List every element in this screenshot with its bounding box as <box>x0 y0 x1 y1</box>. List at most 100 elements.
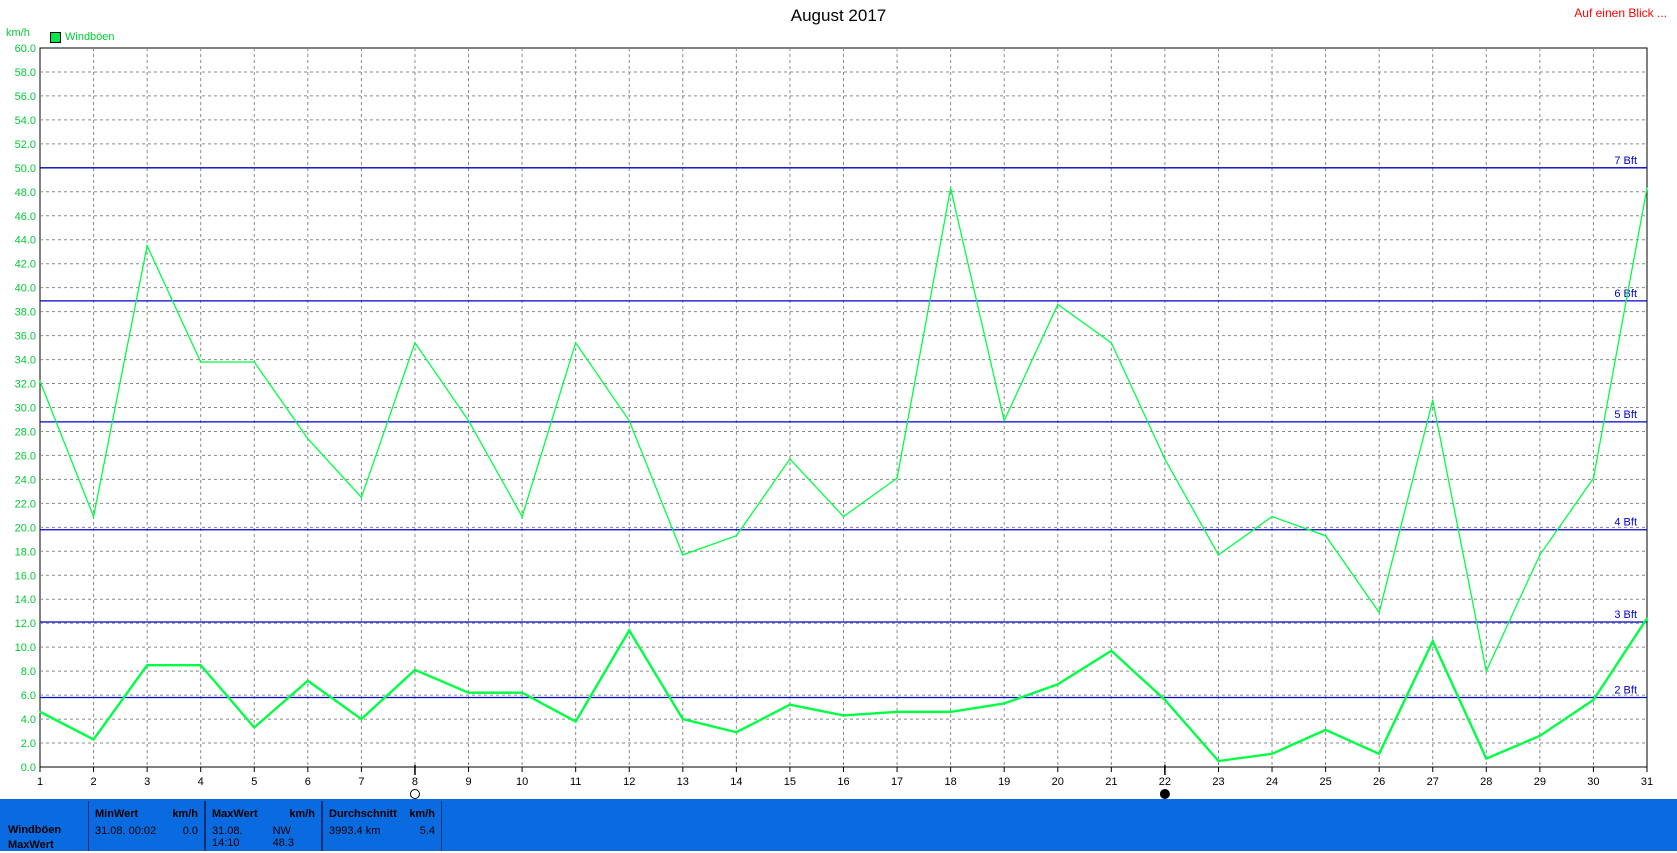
data-point-mean <box>1324 729 1327 731</box>
data-point-mean <box>949 711 952 713</box>
y-tick-label: 56.0 <box>15 91 36 103</box>
overview-link[interactable]: Auf einen Blick ... <box>1574 6 1667 20</box>
data-point-max <box>896 477 898 480</box>
y-tick-label: 12.0 <box>15 618 36 630</box>
data-point-max <box>146 244 148 247</box>
data-point-max <box>574 341 577 344</box>
x-tick-label: 2 <box>91 776 97 788</box>
data-point-mean <box>1164 699 1166 701</box>
legend-swatch-icon <box>50 31 61 43</box>
y-tick-label: 44.0 <box>15 235 36 247</box>
x-tick-label: 4 <box>198 776 204 788</box>
beaufort-label: 6 Bft <box>1614 288 1637 300</box>
y-tick-label: 24.0 <box>15 474 36 486</box>
data-point-max <box>1056 303 1059 306</box>
stats-avg-box: Durchschnitt km/h 3993.4 km 5.4 <box>322 801 442 851</box>
x-tick-label: 7 <box>358 776 364 788</box>
data-point-mean <box>521 691 523 694</box>
beaufort-label: 3 Bft <box>1614 609 1637 621</box>
x-tick-label: 6 <box>305 776 311 788</box>
y-tick-label: 34.0 <box>15 355 36 367</box>
data-point-mean <box>896 711 898 713</box>
max-header: MaxWert <box>212 808 258 820</box>
y-tick-label: 42.0 <box>15 259 36 271</box>
y-tick-label: 20.0 <box>15 522 36 534</box>
data-point-mean <box>360 718 363 720</box>
y-axis-unit: km/h <box>6 27 30 39</box>
data-point-max <box>307 437 309 440</box>
data-point-mean <box>307 679 309 682</box>
y-tick-label: 26.0 <box>15 450 36 462</box>
y-tick-label: 4.0 <box>21 714 36 726</box>
x-tick-label: 25 <box>1319 776 1331 788</box>
avg-header: Durchschnitt <box>329 808 397 820</box>
wind-gust-chart: 0.0 2.0 4.0 6.0 8.0 10.0 12.0 14.0 16.0 18.0 20.0 2… <box>15 43 1653 799</box>
beaufort-label: 4 Bft <box>1614 517 1637 529</box>
data-point-max <box>253 361 256 363</box>
y-tick-label: 0.0 <box>21 762 36 774</box>
y-tick-label: 48.0 <box>15 187 36 199</box>
data-point-mean <box>146 664 148 666</box>
x-tick-label: 16 <box>837 776 849 788</box>
x-tick-label: 14 <box>730 776 742 788</box>
data-point-max <box>1003 419 1005 422</box>
y-tick-label: 54.0 <box>15 115 36 127</box>
data-point-max <box>92 515 95 518</box>
data-point-max <box>1378 611 1380 614</box>
x-tick-label: 22 <box>1159 776 1171 788</box>
beaufort-label: 2 Bft <box>1614 684 1637 696</box>
data-point-mean <box>92 738 95 741</box>
beaufort-label: 5 Bft <box>1614 409 1637 421</box>
data-point-mean <box>199 664 202 666</box>
x-tick-label: 27 <box>1427 776 1439 788</box>
y-tick-label: 10.0 <box>15 642 36 654</box>
y-tick-label: 2.0 <box>21 738 36 750</box>
x-tick-label: 15 <box>784 776 796 788</box>
data-point-max <box>789 458 791 460</box>
data-point-mean <box>1056 683 1059 686</box>
x-tick-label: 20 <box>1052 776 1064 788</box>
beaufort-label: 7 Bft <box>1614 155 1637 167</box>
data-point-max <box>1539 554 1541 556</box>
y-tick-label: 52.0 <box>15 139 36 151</box>
data-point-max <box>39 380 41 382</box>
data-point-mean <box>1485 757 1488 760</box>
y-tick-label: 16.0 <box>15 570 36 582</box>
avg-value: 5.4 <box>419 825 435 837</box>
y-tick-label: 28.0 <box>15 426 36 438</box>
y-tick-label: 30.0 <box>15 403 36 415</box>
y-tick-label: 50.0 <box>15 163 36 175</box>
data-point-max <box>1271 515 1273 518</box>
min-unit: km/h <box>172 808 198 820</box>
data-point-max <box>735 534 738 537</box>
new-moon-icon <box>1159 789 1170 799</box>
data-point-max <box>1164 458 1166 460</box>
x-tick-label: 10 <box>516 776 528 788</box>
stats-row-label-series: Windböen <box>8 824 62 836</box>
chart-title: August 2017 <box>790 6 887 25</box>
x-tick-label: 17 <box>891 776 903 788</box>
data-point-mean <box>1646 617 1648 620</box>
data-point-mean <box>253 726 256 729</box>
y-tick-label: 8.0 <box>21 666 36 678</box>
data-point-mean <box>682 718 684 720</box>
max-unit: km/h <box>289 808 315 820</box>
data-point-max <box>1217 554 1220 556</box>
stats-row-labels: Windböen MaxWert <box>8 823 61 853</box>
data-point-mean <box>842 714 845 717</box>
data-point-max <box>1324 534 1327 537</box>
data-point-mean <box>1378 753 1380 755</box>
y-tick-label: 46.0 <box>15 211 36 223</box>
min-time: 31.08. 00:02 <box>95 825 157 837</box>
stats-panel: Windböen MaxWert MinWert km/h 31.08. 00:0… <box>0 799 1677 851</box>
data-point-mean <box>1003 702 1005 705</box>
x-tick-label: 31 <box>1641 776 1653 788</box>
x-tick-label: 13 <box>677 776 689 788</box>
y-tick-label: 6.0 <box>21 690 36 702</box>
y-tick-label: 14.0 <box>15 594 36 606</box>
data-point-mean <box>1431 640 1434 642</box>
min-header: MinWert <box>95 808 139 820</box>
data-point-max <box>682 554 684 556</box>
data-point-max <box>467 419 470 422</box>
data-point-max <box>414 341 416 344</box>
